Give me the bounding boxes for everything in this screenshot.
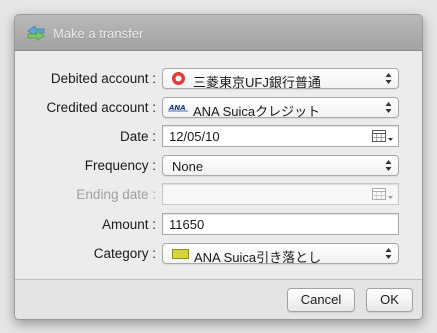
credited-account-select[interactable]: ANA ANA Suicaクレジット: [162, 97, 399, 119]
calendar-dropdown-icon[interactable]: [372, 130, 394, 143]
title-bar[interactable]: Make a transfer: [15, 15, 422, 51]
amount-value: 11650: [169, 217, 205, 232]
category-row: Category : ANA Suica引き落とし: [15, 243, 422, 265]
credited-account-row: Credited account : ANA ANA Suicaクレジット: [15, 97, 422, 119]
date-value: 12/05/10: [169, 129, 220, 144]
date-label: Date :: [119, 129, 156, 144]
amount-row: Amount : 11650: [15, 213, 422, 236]
calendar-dropdown-icon: [372, 188, 393, 200]
bank-logo-icon: [172, 72, 185, 85]
ana-logo-icon: ANA: [168, 104, 188, 112]
ending-date-label: Ending date :: [76, 187, 156, 202]
ok-button[interactable]: OK: [366, 288, 413, 312]
select-arrows-icon: [385, 160, 392, 171]
date-field[interactable]: 12/05/10: [162, 125, 399, 147]
ending-date-row: Ending date :: [15, 183, 422, 206]
amount-label: Amount :: [101, 217, 156, 232]
category-select[interactable]: ANA Suica引き落とし: [162, 243, 399, 265]
frequency-value: None: [172, 159, 204, 174]
debited-account-select[interactable]: 三菱東京UFJ銀行普通: [162, 68, 399, 90]
select-arrows-icon: [385, 248, 392, 259]
debited-account-label: Debited account :: [50, 71, 156, 86]
amount-field[interactable]: 11650: [162, 213, 399, 235]
debited-account-value: 三菱東京UFJ銀行普通: [193, 75, 321, 90]
transfer-arrows-icon: [27, 25, 45, 41]
dialog-title: Make a transfer: [53, 26, 144, 41]
transfer-dialog: Make a transfer Debited account : 三菱東京UF…: [14, 14, 423, 320]
ending-date-field[interactable]: [162, 183, 399, 205]
dialog-footer: Cancel OK: [15, 279, 422, 319]
select-arrows-icon: [385, 102, 392, 113]
cancel-button[interactable]: Cancel: [287, 288, 355, 312]
category-color-swatch: [172, 249, 189, 259]
select-arrows-icon: [385, 73, 392, 84]
debited-account-row: Debited account : 三菱東京UFJ銀行普通: [15, 68, 422, 90]
frequency-select[interactable]: None: [162, 155, 399, 176]
category-label: Category :: [93, 246, 156, 261]
credited-account-label: Credited account :: [46, 100, 156, 115]
date-row: Date : 12/05/10: [15, 125, 422, 148]
credited-account-value: ANA Suicaクレジット: [193, 104, 321, 119]
category-value: ANA Suica引き落とし: [194, 250, 322, 265]
frequency-row: Frequency : None: [15, 155, 422, 177]
frequency-label: Frequency :: [84, 158, 156, 173]
